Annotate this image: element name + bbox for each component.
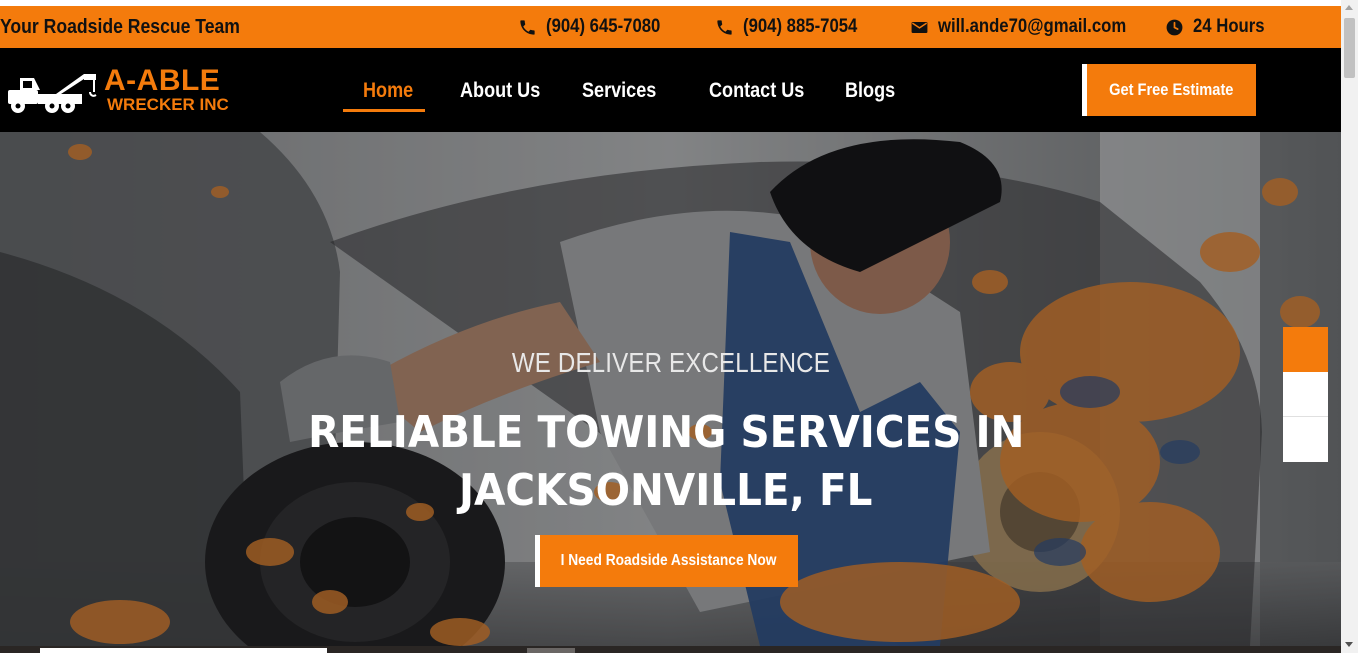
- nav-about-us[interactable]: About Us: [460, 79, 540, 103]
- hero-banner: WE DELIVER EXCELLENCE RELIABLE TOWING SE…: [0, 132, 1341, 646]
- floating-side-tab-white-1[interactable]: [1283, 372, 1328, 417]
- nav-contact-us[interactable]: Contact Us: [709, 79, 804, 103]
- email-text: will.ande70@gmail.com: [938, 16, 1127, 37]
- logo-brand-subtitle: WRECKER INC: [107, 95, 229, 114]
- nav-services[interactable]: Services: [582, 79, 656, 103]
- hero-headline-line-2: JACKSONVILLE, FL: [459, 465, 873, 516]
- phone-icon: [715, 18, 734, 37]
- tagline: Your Roadside Rescue Team: [0, 16, 240, 38]
- logo-brand-name: A-ABLE: [104, 64, 221, 97]
- roadside-assistance-label: I Need Roadside Assistance Now: [561, 552, 777, 569]
- phone-icon: [518, 18, 537, 37]
- envelope-icon: [910, 18, 929, 37]
- hero-kicker-text: WE DELIVER EXCELLENCE: [511, 347, 830, 378]
- next-section-grey-block: [527, 648, 575, 653]
- hours-text: 24 Hours: [1193, 16, 1265, 37]
- clock-icon: [1165, 18, 1184, 37]
- next-section-edge: [0, 646, 1341, 653]
- get-free-estimate-label: Get Free Estimate: [1109, 80, 1234, 99]
- hours-info: 24 Hours: [1165, 16, 1274, 38]
- vertical-scrollbar[interactable]: [1341, 0, 1358, 653]
- floating-side-tab-orange[interactable]: [1283, 327, 1328, 372]
- scrollbar-thumb[interactable]: [1344, 18, 1355, 78]
- get-free-estimate-button[interactable]: Get Free Estimate: [1082, 64, 1256, 116]
- next-section-white-block: [40, 648, 327, 653]
- scroll-down-arrow-icon[interactable]: [1345, 642, 1353, 647]
- tow-truck-icon: [8, 74, 97, 113]
- email-contact[interactable]: will.ande70@gmail.com: [910, 16, 1152, 38]
- hero-kicker: WE DELIVER EXCELLENCE: [0, 347, 1341, 379]
- phone-1-text: (904) 645-7080: [546, 16, 661, 37]
- hero-headline: RELIABLE TOWING SERVICES IN JACKSONVILLE…: [0, 404, 1332, 520]
- top-contact-bar: Your Roadside Rescue Team (904) 645-7080…: [0, 6, 1341, 48]
- roadside-assistance-button[interactable]: I Need Roadside Assistance Now: [535, 535, 798, 587]
- site-logo[interactable]: A-ABLE WRECKER INC: [6, 64, 236, 116]
- scroll-up-arrow-icon[interactable]: [1345, 5, 1353, 10]
- nav-blogs[interactable]: Blogs: [845, 79, 895, 103]
- hero-headline-line-1: RELIABLE TOWING SERVICES IN: [307, 407, 1025, 458]
- phone-2-contact[interactable]: (904) 885-7054: [715, 16, 873, 38]
- nav-home[interactable]: Home: [363, 79, 413, 103]
- phone-2-text: (904) 885-7054: [743, 16, 858, 37]
- active-nav-underline: [343, 109, 425, 112]
- floating-side-tab-white-2[interactable]: [1283, 417, 1328, 462]
- phone-1-contact[interactable]: (904) 645-7080: [518, 16, 676, 38]
